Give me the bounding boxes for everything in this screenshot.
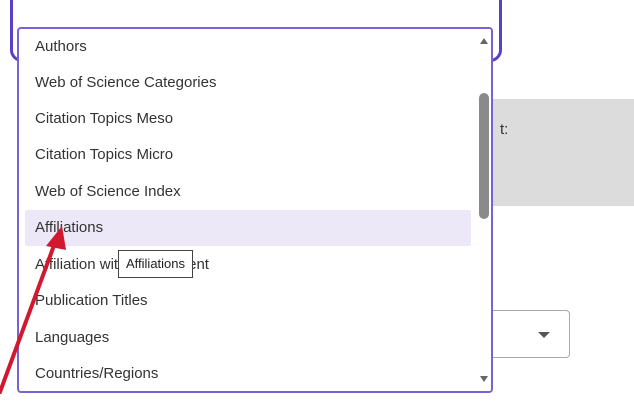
dropdown-scrollbar[interactable] (477, 29, 491, 391)
caret-down-icon[interactable] (538, 332, 550, 338)
display-select[interactable] (492, 310, 570, 358)
scrollbar-thumb[interactable] (479, 93, 489, 219)
option-wos-categories[interactable]: Web of Science Categories (25, 65, 471, 101)
option-citation-topics-micro[interactable]: Citation Topics Micro (25, 137, 471, 173)
option-publication-titles[interactable]: Publication Titles (25, 283, 471, 319)
option-countries-regions[interactable]: Countries/Regions (25, 356, 471, 391)
option-affiliation-with-department[interactable]: Affiliation with Department (25, 247, 471, 283)
option-affiliations[interactable]: Affiliations (25, 210, 471, 246)
triangle-down-icon[interactable] (480, 376, 488, 382)
triangle-up-icon[interactable] (480, 38, 488, 44)
info-panel (492, 99, 634, 206)
option-tooltip: Affiliations (118, 250, 194, 278)
info-panel-text: t: (500, 121, 509, 138)
option-citation-topics-meso[interactable]: Citation Topics Meso (25, 101, 471, 137)
option-languages[interactable]: Languages (25, 320, 471, 356)
option-authors[interactable]: Authors (25, 29, 471, 65)
option-wos-index[interactable]: Web of Science Index (25, 174, 471, 210)
field-dropdown-list[interactable]: Authors Web of Science Categories Citati… (17, 27, 493, 393)
